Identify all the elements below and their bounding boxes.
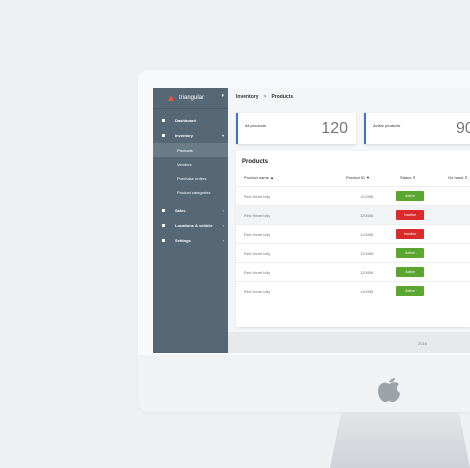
status-badge: Active xyxy=(396,248,424,258)
dashboard-icon xyxy=(162,119,165,122)
column-header-status[interactable]: Status ⇕ xyxy=(400,175,416,180)
sidebar-subitem-product-categories[interactable]: Product categories xyxy=(153,185,228,199)
sales-icon xyxy=(162,209,165,212)
sidebar-item-label: Dashboard xyxy=(175,118,196,123)
chevron-right-icon: › xyxy=(222,223,224,228)
inventory-icon xyxy=(162,134,165,137)
monitor-chin xyxy=(138,355,470,412)
stat-value: 90 xyxy=(456,120,470,137)
chevron-down-icon: ▾ xyxy=(221,133,224,138)
footer-bar: 2016 xyxy=(228,332,470,353)
sidebar-subitem-label: Purchase orders xyxy=(177,175,207,181)
status-badge: Active xyxy=(396,286,424,296)
brand-name: triangular xyxy=(179,95,205,101)
stat-value: 120 xyxy=(321,120,348,137)
cell-product-id: 120456 xyxy=(360,194,374,199)
cell-product-id: 120456 xyxy=(360,289,374,294)
column-header-on-hand[interactable]: On hand ⇕ xyxy=(448,175,468,180)
table-row[interactable]: Red Heart lolly 120456 Active xyxy=(236,262,470,282)
sidebar-item-settings[interactable]: Settings › xyxy=(153,233,228,248)
stat-card-all-products[interactable]: All products 120 xyxy=(236,113,356,144)
stat-card-active-products[interactable]: Active products 90 xyxy=(364,113,470,144)
cell-product-id: 120456 xyxy=(360,270,374,275)
sidebar-subitem-purchase-orders[interactable]: Purchase orders xyxy=(153,171,228,185)
stat-label: All products xyxy=(245,123,266,128)
breadcrumb-inventory[interactable]: Inventory xyxy=(236,94,259,100)
column-header-product-name[interactable]: Product name ▲ xyxy=(244,175,274,180)
sidebar-subitem-label: Product categories xyxy=(177,189,211,195)
panel-title: Products xyxy=(242,159,269,165)
sidebar-subitem-vendors[interactable]: Vendors xyxy=(153,157,228,171)
main-content: Inventory > Products All products 120 Acti… xyxy=(228,88,470,353)
breadcrumb: Inventory > Products xyxy=(236,94,293,100)
cell-product-name: Red Heart lolly xyxy=(244,213,271,218)
chevron-right-icon: › xyxy=(222,208,224,213)
sidebar-item-locations[interactable]: Locations & vehicle › xyxy=(153,218,228,233)
sidebar-item-inventory[interactable]: Inventory ▾ xyxy=(153,128,228,143)
column-header-label: Product ID xyxy=(346,175,365,180)
table-row[interactable]: Red Heart lolly 120456 Inactive xyxy=(236,224,470,244)
table-row[interactable]: Red Heart lolly 120456 Active xyxy=(236,186,470,206)
column-header-label: On hand xyxy=(448,175,464,180)
sidebar-item-label: Sales xyxy=(175,208,186,213)
app-screen: triangular ▾ Dashboard Inventory ▾ Produ… xyxy=(153,88,470,353)
stat-label: Active products xyxy=(373,123,401,128)
cell-product-name: Red Heart lolly xyxy=(244,194,271,199)
cell-product-name: Red Heart lolly xyxy=(244,270,271,275)
location-icon xyxy=(162,224,165,227)
sidebar-subitem-products[interactable]: Products xyxy=(153,143,228,157)
apple-logo-icon xyxy=(378,378,400,403)
column-header-label: Product name xyxy=(244,175,269,180)
cell-product-name: Red Heart lolly xyxy=(244,289,271,294)
status-badge: Inactive xyxy=(396,229,424,239)
sidebar-item-sales[interactable]: Sales › xyxy=(153,203,228,218)
status-badge: Inactive xyxy=(396,210,424,220)
cell-product-id: 120456 xyxy=(360,251,374,256)
cell-product-name: Red Heart lolly xyxy=(244,251,271,256)
cell-product-id: 120456 xyxy=(360,232,374,237)
status-badge: Active xyxy=(396,191,424,201)
sidebar-item-label: Locations & vehicle xyxy=(175,223,213,228)
chevron-right-icon: › xyxy=(222,238,224,243)
brand-header[interactable]: triangular ▾ xyxy=(153,88,228,109)
monitor-stand xyxy=(330,412,470,468)
footer-text: 2016 xyxy=(418,341,427,346)
sidebar-item-dashboard[interactable]: Dashboard xyxy=(153,113,228,128)
table-row[interactable]: Red Heart lolly 120456 Active xyxy=(236,281,470,301)
triangle-logo-icon xyxy=(168,95,174,101)
breadcrumb-separator: > xyxy=(263,94,267,100)
cell-product-name: Red Heart lolly xyxy=(244,232,271,237)
settings-icon xyxy=(162,239,165,242)
chevron-down-icon[interactable]: ▾ xyxy=(221,93,224,99)
breadcrumb-current: Products xyxy=(271,94,294,100)
cell-product-id: 120456 xyxy=(360,213,374,218)
table-row[interactable]: Red Heart lolly 120456 Active xyxy=(236,243,470,263)
sidebar-subitem-label: Vendors xyxy=(177,161,192,167)
sidebar: triangular ▾ Dashboard Inventory ▾ Produ… xyxy=(153,88,228,353)
products-panel: Products Product name ▲ Product ID ▼ Sta… xyxy=(236,151,470,327)
sidebar-item-label: Settings xyxy=(175,238,191,243)
sidebar-item-label: Inventory xyxy=(175,133,194,138)
status-badge: Active xyxy=(396,267,424,277)
sidebar-subitem-label: Products xyxy=(177,147,193,153)
column-header-label: Status xyxy=(400,175,412,180)
column-header-product-id[interactable]: Product ID ▼ xyxy=(346,175,370,180)
table-row[interactable]: Red Heart lolly 120456 Inactive xyxy=(236,205,470,225)
